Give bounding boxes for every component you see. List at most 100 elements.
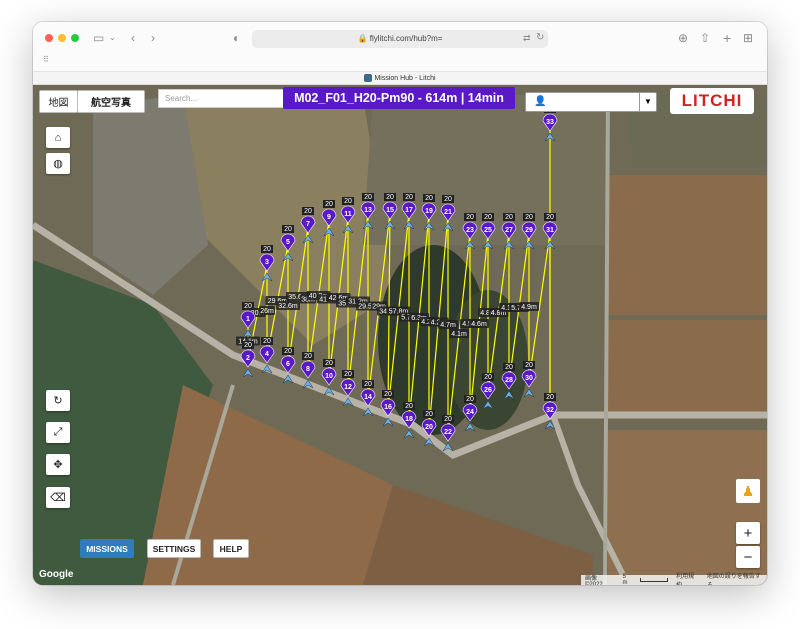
segment-distance-label: 4.6m [469,319,489,328]
tab-favicon-icon [364,74,373,83]
svg-text:18: 18 [405,416,413,423]
globe-icon[interactable]: ◍ [46,153,70,174]
svg-text:20: 20 [466,396,474,403]
svg-text:20: 20 [484,214,492,221]
svg-text:16: 16 [384,404,392,411]
svg-text:20: 20 [484,374,492,381]
zoom-window-button[interactable] [71,34,79,42]
scale-label[interactable]: 5 m [623,574,632,585]
browser-window: ▭ ⌄ ‹ › ◐ 🔒 flylitchi.com/hub?m= ⇄ ↻ ⊕ ⇧… [33,22,767,585]
close-window-button[interactable] [45,34,53,42]
svg-text:33: 33 [546,119,554,126]
svg-text:11: 11 [344,211,352,218]
svg-text:8: 8 [306,366,310,373]
svg-text:20: 20 [546,394,554,401]
zoom-out-button[interactable]: − [736,546,760,568]
eraser-icon[interactable]: ⌫ [46,487,70,508]
zoom-in-button[interactable]: + [736,522,760,544]
segment-distance-label: 4.7m [438,320,458,329]
svg-text:20: 20 [325,201,333,208]
svg-text:20: 20 [546,214,554,221]
map-type-map-button[interactable]: 地図 [39,90,78,113]
terms-link[interactable]: 利用規約 [676,571,699,585]
svg-text:6: 6 [286,361,290,368]
missions-button[interactable]: MISSIONS [80,539,134,558]
svg-text:5: 5 [286,239,290,246]
forward-icon[interactable]: › [151,32,155,44]
map-type-satellite-button[interactable]: 航空写真 [77,90,145,113]
url-text: flylitchi.com/hub?m= [369,34,443,43]
translate-icon[interactable]: ⇄ [523,32,531,44]
map-footer: 画像 ©2022 5 m 利用規約 地図の誤りを報告する [581,574,767,585]
new-tab-icon[interactable]: + [723,31,731,45]
share-icon[interactable]: ⇧ [700,32,710,44]
google-logo: Google [39,569,74,580]
satellite-map[interactable]: 14.1m20m26m29.6m32.6m35.6m38m40.3m41.1m4… [33,85,767,585]
address-bar[interactable]: 🔒 flylitchi.com/hub?m= [252,30,548,48]
litchi-logo: LITCHI [670,88,754,114]
svg-text:25: 25 [484,227,492,234]
svg-text:20: 20 [304,353,312,360]
sidebar-icon[interactable]: ▭ [93,32,104,44]
svg-text:14: 14 [364,394,372,401]
help-button[interactable]: HELP [213,539,249,558]
back-icon[interactable]: ‹ [131,32,135,44]
svg-text:20: 20 [466,214,474,221]
home-icon[interactable]: ⌂ [46,127,70,148]
tab-title: Mission Hub - Litchi [374,75,436,82]
svg-text:20: 20 [425,424,433,431]
rotate-icon[interactable]: ↻ [46,390,70,411]
svg-text:20: 20 [425,411,433,418]
move-icon[interactable]: ✥ [46,454,70,475]
svg-text:31: 31 [546,227,554,234]
svg-text:3: 3 [265,259,269,266]
svg-text:1: 1 [246,316,250,323]
tab-title-bar[interactable]: Mission Hub - Litchi [33,72,767,85]
svg-text:28: 28 [505,377,513,384]
svg-text:20: 20 [244,342,252,349]
svg-text:21: 21 [444,209,452,216]
svg-text:4.9m: 4.9m [521,304,537,311]
svg-text:4.7m: 4.7m [440,322,456,329]
search-input[interactable]: Search... [158,89,288,108]
svg-text:12: 12 [344,384,352,391]
svg-text:20: 20 [525,214,533,221]
svg-text:20: 20 [284,348,292,355]
pegman-icon[interactable]: ♟ [736,479,760,503]
mission-title: M02_F01_H20-Pm90 - 614m | 14min [283,87,515,109]
svg-text:20: 20 [263,338,271,345]
tab-overview-icon[interactable]: ⊞ [743,32,753,44]
settings-button[interactable]: SETTINGS [147,539,201,558]
svg-text:20: 20 [284,226,292,233]
fullscreen-icon[interactable]: ⤢ [46,422,70,443]
svg-text:10: 10 [325,373,333,380]
svg-text:13: 13 [364,207,372,214]
svg-text:15: 15 [386,207,394,214]
svg-text:7: 7 [306,221,310,228]
report-link[interactable]: 地図の誤りを報告する [707,571,763,585]
svg-text:20: 20 [344,198,352,205]
grid-icon[interactable]: ⠿ [43,54,49,66]
svg-text:4.1m: 4.1m [451,331,467,338]
minimize-window-button[interactable] [58,34,66,42]
reload-icon[interactable]: ↻ [536,32,544,44]
svg-text:20: 20 [444,416,452,423]
svg-text:20: 20 [364,194,372,201]
lock-icon: 🔒 [357,34,368,43]
svg-text:32.6m: 32.6m [278,303,298,310]
map-canvas[interactable]: 14.1m20m26m29.6m32.6m35.6m38m40.3m41.1m4… [33,85,767,585]
svg-text:20: 20 [364,381,372,388]
svg-text:20: 20 [344,371,352,378]
svg-text:20: 20 [505,364,513,371]
download-icon[interactable]: ⊕ [678,32,688,44]
svg-text:20: 20 [425,195,433,202]
svg-text:4.6m: 4.6m [471,321,487,328]
svg-text:30: 30 [525,375,533,382]
segment-distance-label: 4.9m [519,302,539,311]
chevron-down-icon[interactable]: ⌄ [109,32,116,44]
svg-text:26m: 26m [260,308,274,315]
svg-text:20: 20 [405,194,413,201]
user-dropdown[interactable]: 👤 ▼ [525,92,657,112]
segment-distance-label: 4.1m [449,329,469,338]
svg-text:26: 26 [484,387,492,394]
